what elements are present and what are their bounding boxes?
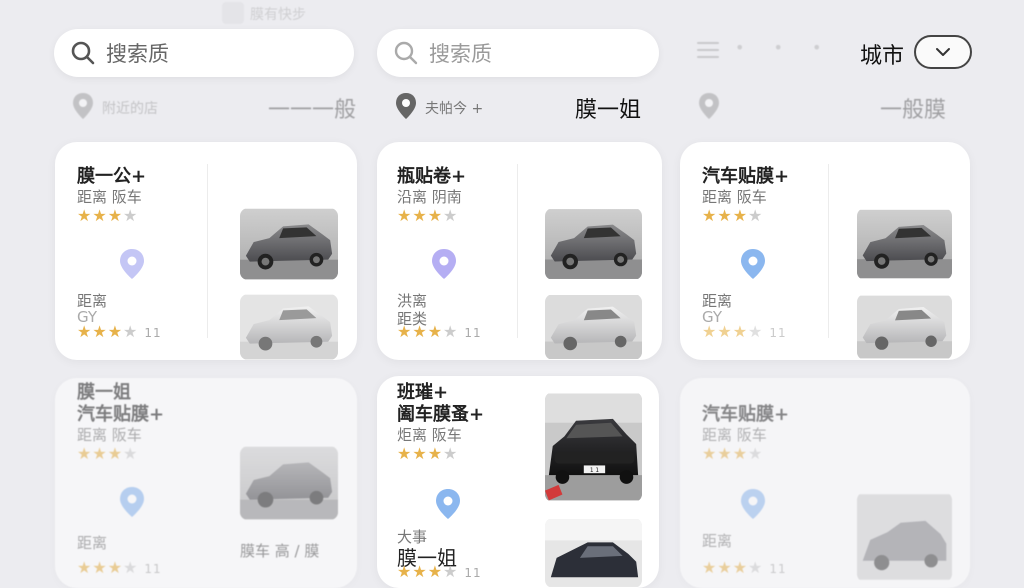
rating-stars: ★★★★ (77, 444, 139, 463)
shop-title: 汽车贴膜+ (702, 166, 790, 187)
rating-stars: ★★★★ (397, 206, 459, 225)
location-pin-icon (699, 93, 719, 119)
car-photo[interactable] (240, 208, 338, 280)
gray-sedan-image (857, 209, 952, 279)
shop-title: 瓶贴卷+ (397, 166, 467, 187)
rating-stars-lower: ★★★★ 11 (77, 558, 162, 577)
card-divider (207, 164, 208, 338)
shop-distance: 距离 阪车 (77, 426, 142, 444)
search-placeholder: 搜索质 (429, 42, 492, 66)
lower-distance: 距离 (702, 532, 733, 550)
location-row-right: 一般膜 (698, 92, 958, 123)
rating-stars: ★★★★ (397, 444, 459, 463)
shop-card[interactable]: 汽车贴膜+ 距离 阪车 ★★★★ 距离 GY ★★★★ 11 (680, 142, 970, 360)
filter-label[interactable]: 膜一姐 (575, 92, 641, 124)
map-pin-icon[interactable] (431, 248, 457, 280)
chevron-down-icon (936, 48, 950, 56)
gray-sedan-image (545, 209, 642, 279)
top-faded-text: 膜有快步 (250, 7, 306, 23)
map-pin-icon[interactable] (740, 488, 766, 520)
rating-stars-lower: ★★★★ 11 (77, 322, 162, 341)
rating-stars-lower: ★★★★ 11 (397, 322, 482, 341)
gray-sedan-image (857, 494, 952, 580)
search-input-secondary[interactable]: 搜索质 (377, 29, 659, 77)
card-divider (517, 164, 518, 338)
gray-sedan-image (240, 208, 338, 280)
top-faded-title: 膜有快步 (218, 0, 338, 26)
rating-stars-lower: ★★★★ 11 (702, 558, 787, 577)
dark-sedan-image (545, 519, 642, 587)
rating-stars: ★★★★ (702, 444, 764, 463)
more-dots[interactable]: • • • (735, 38, 833, 57)
shop-card[interactable]: 膜一姐 汽车贴膜+ 距离 阪车 ★★★★ 距离 ★★★★ 11 膜车 高 / 膜 (55, 378, 357, 588)
menu-icon[interactable] (697, 42, 719, 62)
shop-distance: 沿离 阴南 (397, 188, 462, 206)
car-photo[interactable] (545, 208, 642, 280)
search-icon (394, 41, 418, 65)
city-label: 城市 (860, 44, 905, 69)
shop-note: 膜车 高 / 膜 (240, 542, 320, 560)
car-photo[interactable] (857, 208, 952, 280)
shop-distance: 炬离 阪车 (397, 426, 462, 444)
silver-sedan-image (857, 295, 952, 359)
filter-label[interactable]: 一般膜 (880, 92, 946, 124)
car-photo[interactable] (857, 294, 952, 360)
map-pin-icon[interactable] (740, 248, 766, 280)
rating-stars-lower: ★★★★ 11 (702, 322, 787, 341)
location-text: 夫帕今 + (425, 101, 484, 117)
shop-subtitle: 阖车膜蚤+ (397, 404, 485, 425)
silver-sedan-image (240, 294, 338, 360)
rating-stars: ★★★★ (77, 206, 139, 225)
car-photo[interactable] (240, 446, 338, 520)
lower-distance: 距离 (77, 534, 108, 552)
location-pin-icon (396, 93, 416, 119)
black-sedan-image: 1 1 (545, 393, 642, 501)
car-photo[interactable]: 1 1 (545, 392, 642, 502)
location-row-left: 附近的店 一一一般 (72, 92, 356, 123)
location-pin-icon (73, 93, 93, 119)
filter-label[interactable]: 一一一般 (268, 92, 356, 124)
silver-sedan-image (545, 294, 642, 360)
shop-subtitle: 汽车贴膜+ (77, 404, 165, 425)
shop-card[interactable]: 瓶贴卷+ 沿离 阴南 ★★★★ 洪离 距类 ★★★★ 11 (377, 142, 662, 360)
rating-stars: ★★★★ (702, 206, 764, 225)
shop-distance: 距离 阪车 (702, 188, 767, 206)
car-photo[interactable] (545, 294, 642, 360)
car-photo[interactable] (857, 492, 952, 582)
shop-card[interactable]: 汽车贴膜+ 距离 阪车 ★★★★ 距离 ★★★★ 11 (680, 378, 970, 588)
map-pin-icon[interactable] (119, 486, 145, 518)
shop-distance: 距离 阪车 (77, 188, 142, 206)
rating-stars-lower: ★★★★ 11 (397, 562, 482, 581)
card-divider (828, 164, 829, 338)
location-text: 附近的店 (102, 101, 158, 117)
shop-card[interactable]: 膜一公+ 距离 阪车 ★★★★ 距离 GY ★★★★ 11 (55, 142, 357, 360)
car-photo[interactable] (240, 294, 338, 360)
search-icon (71, 41, 95, 65)
svg-text:1 1: 1 1 (590, 468, 600, 474)
search-input-primary[interactable]: 搜索质 (54, 29, 354, 77)
map-pin-icon[interactable] (435, 488, 461, 520)
gray-sedan-image (240, 446, 338, 520)
location-row-center: 夫帕今 + 膜一姐 (395, 92, 655, 123)
search-placeholder: 搜索质 (106, 42, 169, 66)
map-pin-icon[interactable] (119, 248, 145, 280)
app-icon (222, 2, 244, 24)
car-photo[interactable] (545, 518, 642, 588)
city-dropdown-toggle[interactable] (914, 35, 972, 69)
shop-card[interactable]: 班璀+ 阖车膜蚤+ 炬离 阪车 ★★★★ 大事 膜一姐 ★★★★ 11 1 1 (377, 376, 659, 588)
shop-title: 汽车贴膜+ (702, 404, 790, 425)
shop-title: 膜一公+ (77, 166, 147, 187)
shop-distance: 距离 阪车 (702, 426, 767, 444)
